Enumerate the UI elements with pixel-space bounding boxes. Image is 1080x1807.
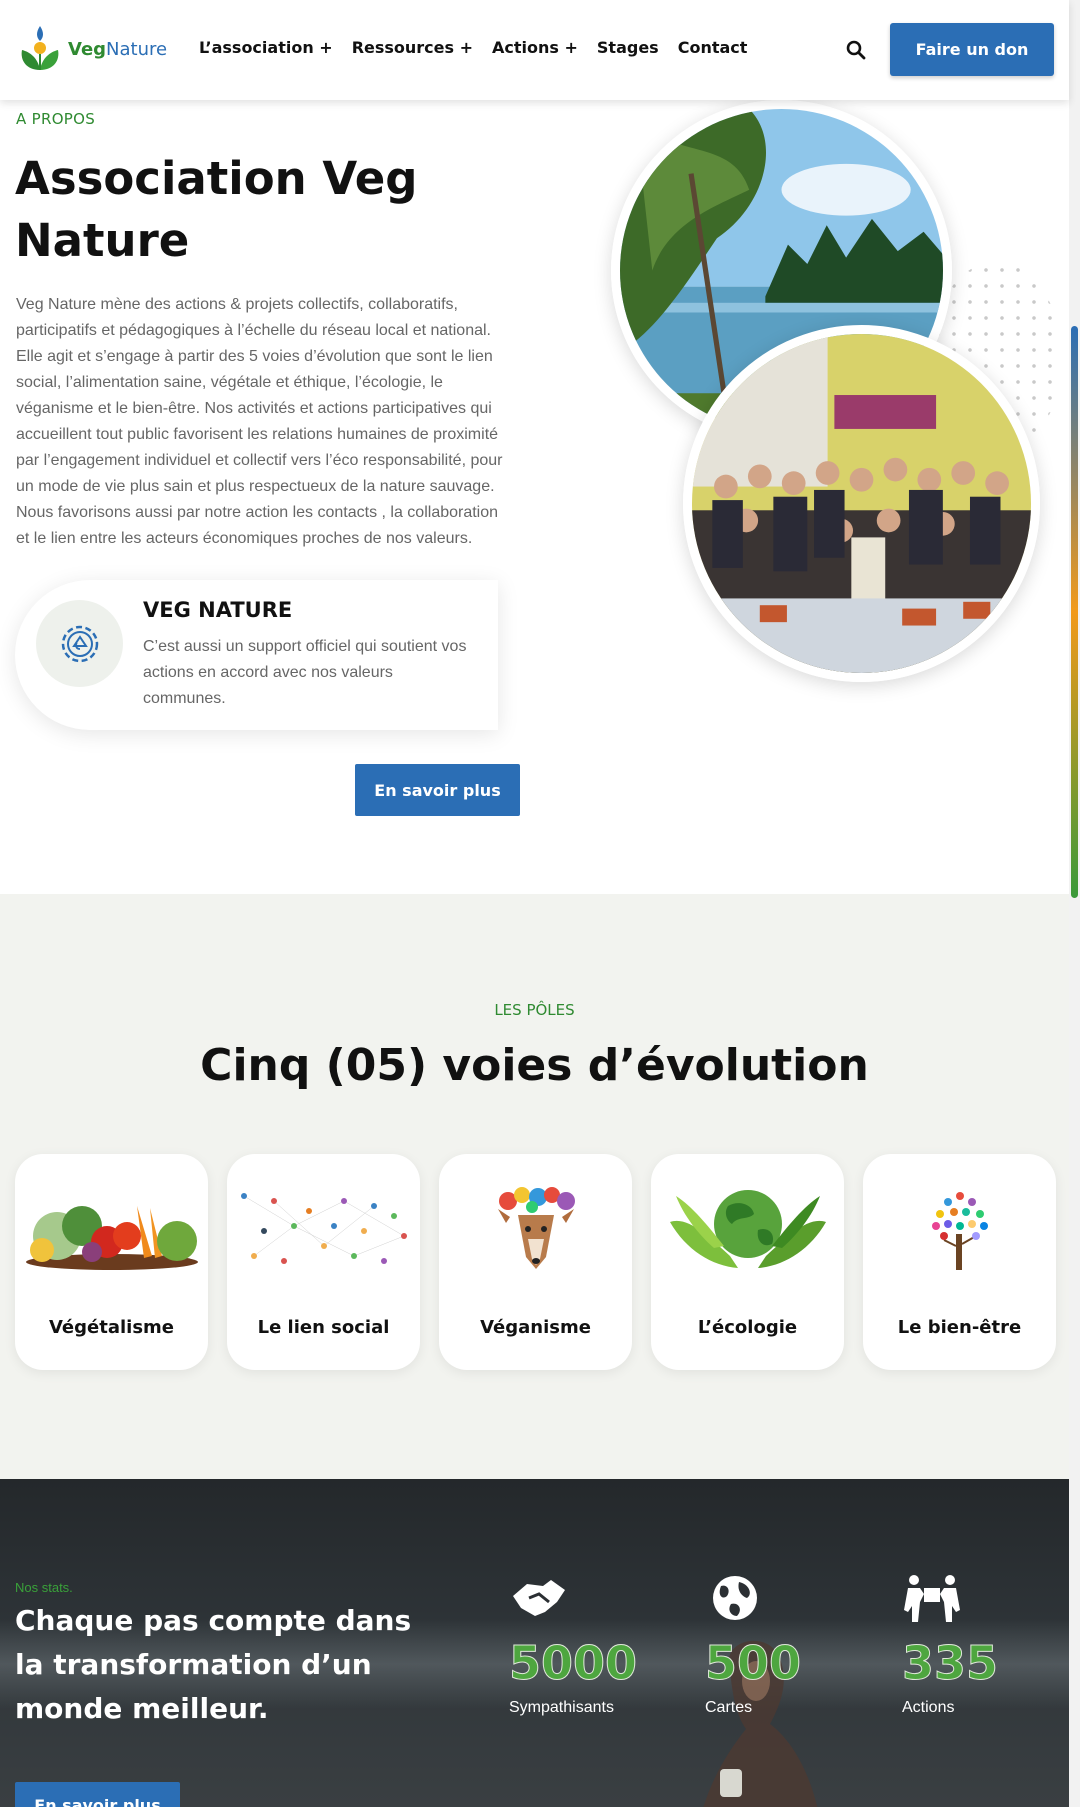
handshake-icon <box>513 1580 565 1616</box>
stats-title: Chaque pas compte dans la transformation… <box>15 1604 412 1725</box>
stat-value: 335 <box>902 1636 999 1690</box>
stat-value: 500 <box>705 1636 802 1690</box>
scrollbar[interactable] <box>1069 0 1080 1807</box>
logo-wordmark: VegNature <box>68 39 167 60</box>
about-learn-more-button[interactable]: En savoir plus <box>355 764 520 816</box>
donate-button[interactable]: Faire un don <box>890 23 1054 76</box>
globe-icon <box>713 1576 757 1620</box>
nav-association[interactable]: L’association + <box>199 38 333 57</box>
stats-eyebrow: Nos stats. <box>15 1580 73 1595</box>
poles-section: LES PÔLES Cinq (05) voies d’évolution Vé… <box>0 894 1069 1479</box>
pole-label: Véganisme <box>480 1317 591 1338</box>
nav-actions[interactable]: Actions + <box>492 38 578 57</box>
stat-label: Sympathisants <box>509 1699 614 1716</box>
logo[interactable]: VegNature <box>18 24 167 74</box>
stats-learn-more-button[interactable]: En savoir plus <box>15 1782 180 1807</box>
butterfly-tree-image <box>863 1184 1056 1274</box>
pole-card-ecologie[interactable]: L’écologie <box>651 1154 844 1370</box>
nav-stages[interactable]: Stages <box>597 38 659 57</box>
main-nav: L’association + Ressources + Actions + S… <box>199 38 766 57</box>
deer-image <box>439 1184 632 1274</box>
nav-contact[interactable]: Contact <box>678 38 748 57</box>
pole-label: Le bien-être <box>897 1317 1022 1338</box>
poles-title: Cinq (05) voies d’évolution <box>200 1040 869 1091</box>
about-description: Veg Nature mène des actions & projets co… <box>16 296 503 547</box>
gear-recycle-icon <box>61 625 98 662</box>
pole-label: Le lien social <box>257 1317 390 1338</box>
logo-word-nature: Nature <box>106 38 168 60</box>
leaf-logo-icon <box>21 26 59 70</box>
stats-section: Nos stats. Chaque pas compte dans la tra… <box>0 1479 1069 1807</box>
feature-icon-badge <box>36 600 123 687</box>
pole-card-veganisme[interactable]: Véganisme <box>439 1154 632 1370</box>
pole-label: Végétalisme <box>48 1317 174 1338</box>
stat-sympathisants: 5000 Sympathisants <box>509 1572 669 1717</box>
feature-card: VEG NATURE C’est aussi un support offici… <box>15 580 498 730</box>
vegetables-image <box>15 1184 208 1274</box>
stat-actions: 335 Actions <box>902 1572 1062 1717</box>
logo-word-veg: Veg <box>68 38 107 60</box>
nav-ressources[interactable]: Ressources + <box>352 38 473 57</box>
feature-title: VEG NATURE <box>143 598 293 622</box>
pole-label: L’écologie <box>697 1317 798 1338</box>
earth-hands-image <box>651 1184 844 1274</box>
page: VegNature L’association + Ressources + A… <box>0 0 1080 1807</box>
pole-card-bien-etre[interactable]: Le bien-être <box>863 1154 1056 1370</box>
about-title: Association Veg Nature <box>15 152 418 267</box>
pole-card-vegetalisme[interactable]: Végétalisme <box>15 1154 208 1370</box>
stat-value: 5000 <box>509 1636 638 1690</box>
people-carry-icon <box>904 1575 960 1622</box>
stat-label: Cartes <box>705 1699 753 1716</box>
pole-card-lien-social[interactable]: Le lien social <box>227 1154 420 1370</box>
poles-eyebrow: LES PÔLES <box>494 1001 575 1019</box>
search-icon[interactable] <box>846 40 866 60</box>
stat-label: Actions <box>902 1699 955 1716</box>
feature-text: C’est aussi un support officiel qui sout… <box>143 638 467 707</box>
social-network-image <box>227 1184 420 1274</box>
about-eyebrow: A PROPOS <box>16 110 96 128</box>
group-photo <box>683 325 1040 682</box>
site-header: VegNature L’association + Ressources + A… <box>0 0 1069 100</box>
scrollbar-thumb[interactable] <box>1071 326 1078 898</box>
stat-cartes: 500 Cartes <box>705 1572 865 1717</box>
